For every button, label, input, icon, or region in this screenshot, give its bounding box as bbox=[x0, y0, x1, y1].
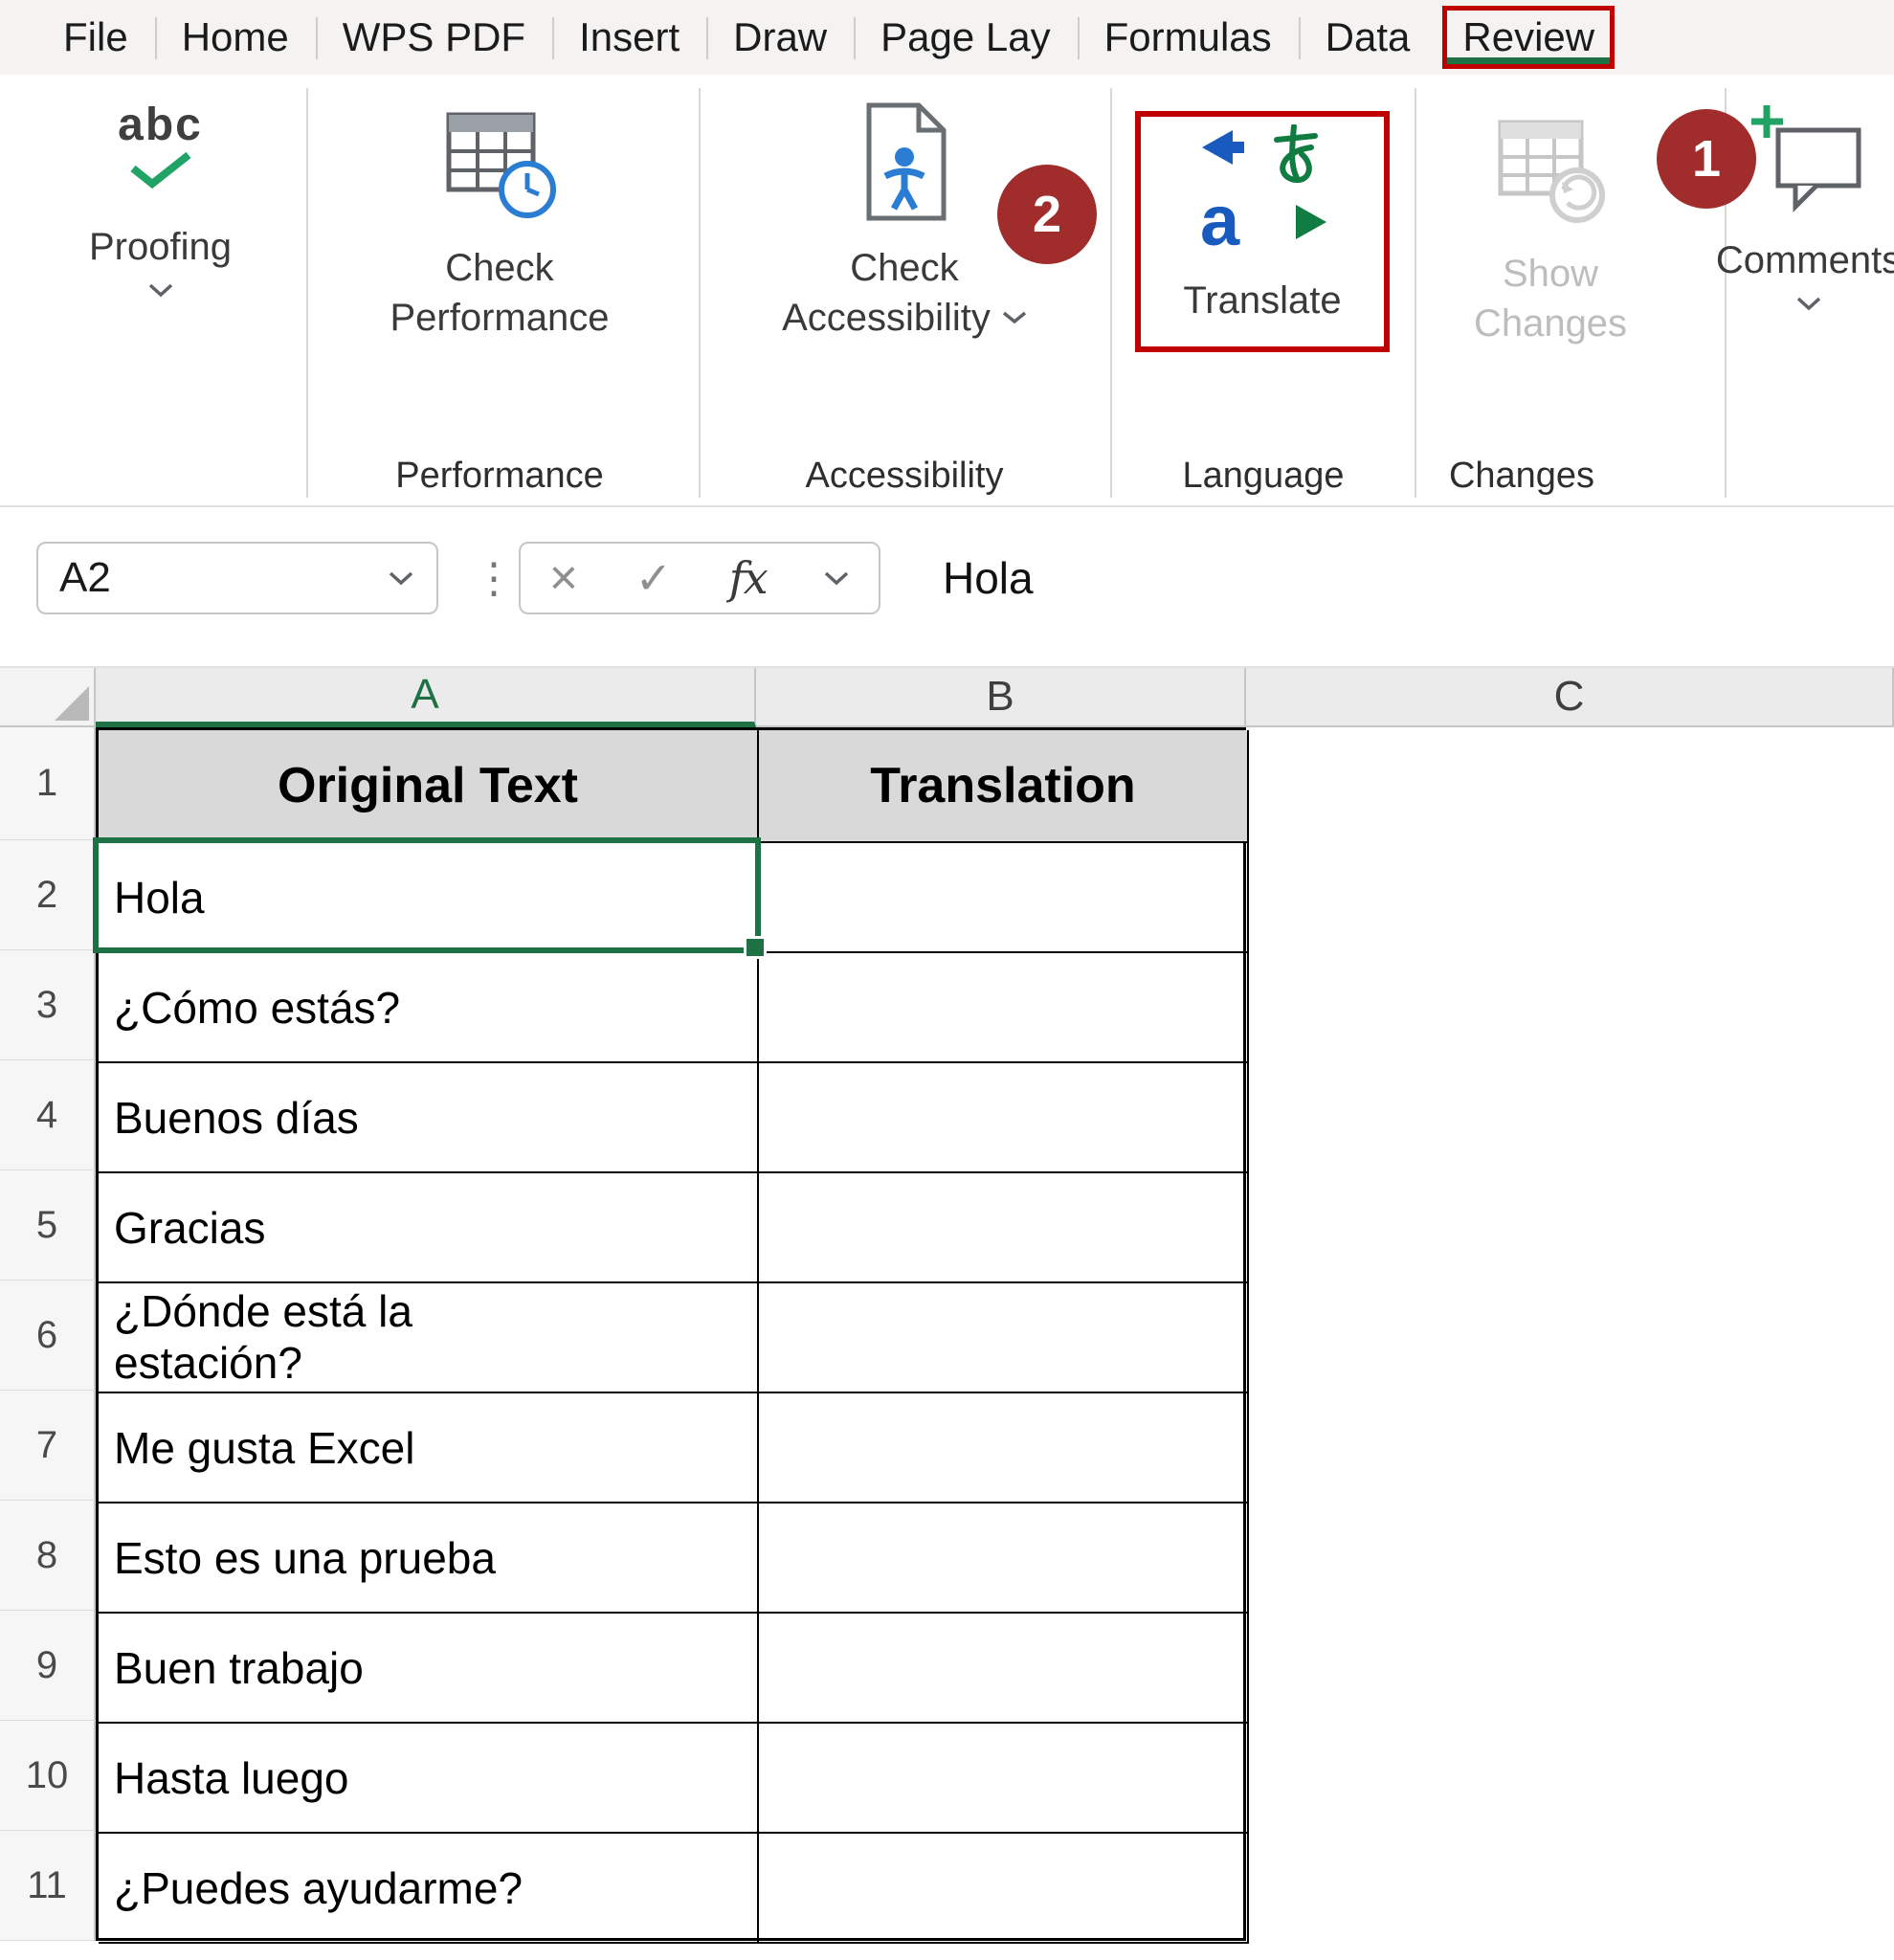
tab-page-layout[interactable]: Page Lay bbox=[854, 0, 1077, 75]
row-header-7[interactable]: 7 bbox=[0, 1391, 96, 1501]
chevron-down-icon bbox=[146, 281, 175, 299]
group-label-language: Language bbox=[1139, 456, 1388, 497]
cell-A4[interactable]: Buenos días bbox=[99, 1063, 759, 1173]
check-performance-label-line1: Check bbox=[445, 243, 553, 293]
tab-insert[interactable]: Insert bbox=[552, 0, 706, 75]
cell-B6[interactable] bbox=[759, 1283, 1249, 1393]
tab-formulas[interactable]: Formulas bbox=[1078, 0, 1299, 75]
chevron-down-icon[interactable] bbox=[387, 569, 415, 587]
insert-function-icon[interactable]: fx bbox=[729, 552, 767, 604]
group-label-performance: Performance bbox=[375, 456, 624, 497]
tab-wps-pdf[interactable]: WPS PDF bbox=[316, 0, 552, 75]
cell-B9[interactable] bbox=[759, 1614, 1249, 1724]
show-changes-label-line1: Show bbox=[1503, 249, 1598, 299]
cell-A11[interactable]: ¿Puedes ayudarme? bbox=[99, 1834, 759, 1944]
show-changes-button[interactable]: Show Changes bbox=[1431, 113, 1670, 348]
ribbon-review: abc Proofing Check bbox=[0, 75, 1894, 507]
spreadsheet-grid: A B C 1 2 3 4 5 6 7 8 9 10 11 Original T… bbox=[0, 668, 1894, 1960]
table-clock-icon bbox=[439, 103, 560, 222]
cancel-icon[interactable]: × bbox=[549, 549, 578, 607]
cell-A8[interactable]: Esto es una prueba bbox=[99, 1503, 759, 1614]
row-header-6[interactable]: 6 bbox=[0, 1281, 96, 1391]
annotation-badge-1: 1 bbox=[1657, 109, 1756, 209]
formula-bar-drag-handle[interactable]: ⋮ bbox=[473, 542, 515, 614]
cell-B4[interactable] bbox=[759, 1063, 1249, 1173]
tab-data[interactable]: Data bbox=[1299, 0, 1437, 75]
cell-B3[interactable] bbox=[759, 953, 1249, 1063]
enter-icon[interactable]: ✓ bbox=[635, 552, 673, 604]
row-header-8[interactable]: 8 bbox=[0, 1501, 96, 1611]
cell-B1[interactable]: Translation bbox=[759, 730, 1249, 843]
column-header-B[interactable]: B bbox=[756, 668, 1246, 727]
cell-A10[interactable]: Hasta luego bbox=[99, 1724, 759, 1834]
row-header-11[interactable]: 11 bbox=[0, 1831, 96, 1941]
row-header-5[interactable]: 5 bbox=[0, 1170, 96, 1281]
cell-A1[interactable]: Original Text bbox=[99, 730, 759, 843]
new-comment-icon bbox=[1751, 103, 1866, 214]
annotation-badge-2: 2 bbox=[997, 165, 1097, 264]
row-header-4[interactable]: 4 bbox=[0, 1060, 96, 1170]
group-label-accessibility: Accessibility bbox=[761, 456, 1048, 497]
group-label-changes: Changes bbox=[1397, 456, 1646, 497]
tab-home[interactable]: Home bbox=[155, 0, 316, 75]
proofing-button[interactable]: abc Proofing bbox=[53, 101, 268, 299]
select-all-corner[interactable] bbox=[0, 668, 96, 727]
cell-B2[interactable] bbox=[759, 843, 1249, 953]
row-header-1[interactable]: 1 bbox=[0, 727, 96, 840]
cell-A5[interactable]: Gracias bbox=[99, 1173, 759, 1283]
chevron-down-icon bbox=[1794, 295, 1823, 312]
cell-A9[interactable]: Buen trabajo bbox=[99, 1614, 759, 1724]
row-header-3[interactable]: 3 bbox=[0, 950, 96, 1060]
row-header-9[interactable]: 9 bbox=[0, 1611, 96, 1721]
ribbon-tab-bar: File Home WPS PDF Insert Draw Page Lay F… bbox=[0, 0, 1894, 75]
tab-review[interactable]: Review bbox=[1442, 6, 1615, 69]
formula-input[interactable]: Hola bbox=[943, 542, 1034, 614]
check-accessibility-label-line2: Accessibility bbox=[782, 293, 1027, 343]
column-header-C[interactable]: C bbox=[1246, 668, 1894, 727]
group-divider bbox=[1110, 88, 1112, 498]
name-box-value: A2 bbox=[59, 554, 387, 602]
cell-A6[interactable]: ¿Dónde está la estación? bbox=[99, 1283, 759, 1393]
cell-B5[interactable] bbox=[759, 1173, 1249, 1283]
cell-A3[interactable]: ¿Cómo estás? bbox=[99, 953, 759, 1063]
proofing-label: Proofing bbox=[89, 222, 232, 272]
annotation-box-translate bbox=[1135, 111, 1390, 352]
excel-window: File Home WPS PDF Insert Draw Page Lay F… bbox=[0, 0, 1894, 1960]
cell-B10[interactable] bbox=[759, 1724, 1249, 1834]
check-performance-button[interactable]: Check Performance bbox=[375, 103, 624, 343]
column-header-A[interactable]: A bbox=[96, 668, 756, 727]
tab-draw[interactable]: Draw bbox=[706, 0, 854, 75]
group-divider bbox=[306, 88, 308, 498]
name-box[interactable]: A2 bbox=[36, 542, 438, 614]
tab-file[interactable]: File bbox=[36, 0, 155, 75]
show-changes-label-line2: Changes bbox=[1474, 299, 1627, 348]
table-history-icon bbox=[1493, 113, 1608, 226]
selected-cell-outline[interactable] bbox=[93, 837, 761, 953]
row-header-2[interactable]: 2 bbox=[0, 840, 96, 950]
formula-bar: A2 ⋮ × ✓ fx Hola bbox=[0, 509, 1894, 668]
cell-A7[interactable]: Me gusta Excel bbox=[99, 1393, 759, 1503]
cell-B8[interactable] bbox=[759, 1503, 1249, 1614]
check-accessibility-label-line1: Check bbox=[850, 243, 958, 293]
proofing-abc-icon: abc bbox=[118, 101, 203, 149]
chevron-down-icon bbox=[1002, 310, 1027, 325]
check-performance-label-line2: Performance bbox=[390, 293, 610, 343]
group-divider bbox=[699, 88, 701, 498]
proofing-check-icon bbox=[123, 149, 198, 189]
row-header-10[interactable]: 10 bbox=[0, 1721, 96, 1831]
cell-B7[interactable] bbox=[759, 1393, 1249, 1503]
accessibility-person-icon bbox=[848, 100, 961, 226]
group-divider bbox=[1415, 88, 1416, 498]
comments-label: Comments bbox=[1716, 235, 1894, 285]
formula-controls: × ✓ fx bbox=[519, 542, 880, 614]
cell-B11[interactable] bbox=[759, 1834, 1249, 1944]
chevron-down-icon[interactable] bbox=[823, 569, 850, 587]
